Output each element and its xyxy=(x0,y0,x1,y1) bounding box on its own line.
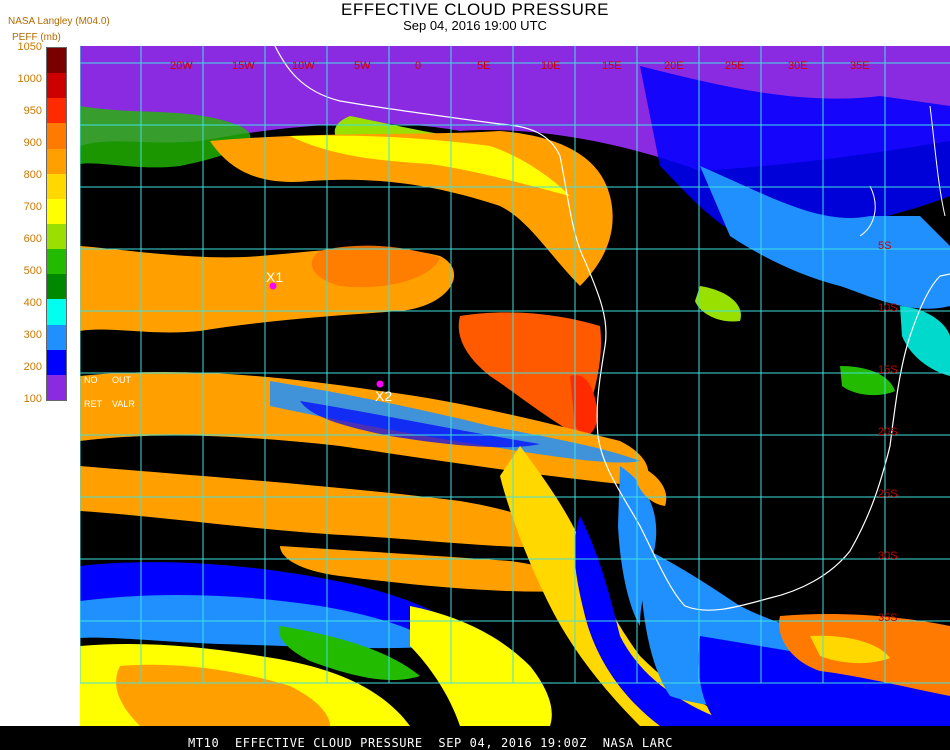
map-canvas: 20W 15W 10W 5W 0 5E 10E 15E 20E 25E 30E 35E 5S 10S 15… xyxy=(79,45,950,726)
map-title: EFFECTIVE CLOUD PRESSURE xyxy=(341,0,609,19)
latitude-label: 35S xyxy=(878,612,898,624)
legend-swatch xyxy=(47,274,66,300)
legend-tick-label: 100 xyxy=(23,393,42,405)
legend-tick-label: 600 xyxy=(23,233,42,245)
longitude-label: 0 xyxy=(415,60,421,72)
legend-swatch xyxy=(47,299,66,326)
legend-tick-label: 700 xyxy=(23,201,42,213)
legend-swatch xyxy=(47,173,66,200)
legend-tick-label: 500 xyxy=(23,265,42,277)
legend-tick-label: 900 xyxy=(23,137,42,149)
legend-tick-label: 300 xyxy=(23,329,42,341)
footer-caption: MT10 EFFECTIVE CLOUD PRESSURE SEP 04, 20… xyxy=(188,736,674,750)
legend-tick-label: 800 xyxy=(23,169,42,181)
cloud-pressure-map: 20W 15W 10W 5W 0 5E 10E 15E 20E 25E 30E 35E 5S 10S 15… xyxy=(79,45,950,726)
legend-swatch xyxy=(47,374,66,401)
panel-label-ret: RET xyxy=(84,399,103,409)
latitude-label: 30S xyxy=(878,550,898,562)
longitude-label: 10E xyxy=(541,60,561,72)
longitude-label: 35E xyxy=(850,60,870,72)
longitude-label: 25E xyxy=(725,60,745,72)
legend-tick-label: 950 xyxy=(23,105,42,117)
latitude-label: 5S xyxy=(878,240,891,252)
legend-swatch xyxy=(47,349,66,376)
latitude-label: 15S xyxy=(878,364,898,376)
legend-swatch xyxy=(47,48,66,74)
color-legend-bar xyxy=(46,47,67,401)
longitude-label: 5E xyxy=(477,60,490,72)
provider-label: NASA Langley (M04.0) xyxy=(8,16,110,27)
legend-tick-label: 1000 xyxy=(17,73,42,85)
legend-swatch xyxy=(47,249,66,275)
panel-label-out: OUT xyxy=(112,375,132,385)
legend-swatch xyxy=(47,224,66,250)
longitude-label: 15E xyxy=(602,60,622,72)
legend-swatch xyxy=(47,73,66,99)
panel-label-no: NO xyxy=(84,375,98,385)
latitude-label: 25S xyxy=(878,488,898,500)
map-subtitle: Sep 04, 2016 19:00 UTC xyxy=(403,18,547,33)
longitude-label: 20E xyxy=(664,60,684,72)
longitude-label: 30E xyxy=(788,60,808,72)
legend-swatch xyxy=(47,324,66,351)
legend-swatch xyxy=(47,148,66,175)
marker-x1-label: X1 xyxy=(266,269,283,285)
latitude-label: 10S xyxy=(878,302,898,314)
legend-tick-label: 200 xyxy=(23,361,42,373)
marker-x2-label: X2 xyxy=(375,388,392,404)
legend-swatch xyxy=(47,123,66,150)
longitude-label: 10W xyxy=(292,60,315,72)
longitude-label: 15W xyxy=(232,60,255,72)
marker-x2-dot xyxy=(376,380,384,388)
panel-label-valr: VALR xyxy=(112,399,135,409)
legend-swatch xyxy=(47,98,66,124)
legend-swatch xyxy=(47,198,66,225)
longitude-label: 5W xyxy=(354,60,371,72)
latitude-label: 20S xyxy=(878,426,898,438)
longitude-label: 20W xyxy=(170,60,193,72)
legend-tick-label: 1050 xyxy=(17,41,42,53)
legend-tick-label: 400 xyxy=(23,297,42,309)
